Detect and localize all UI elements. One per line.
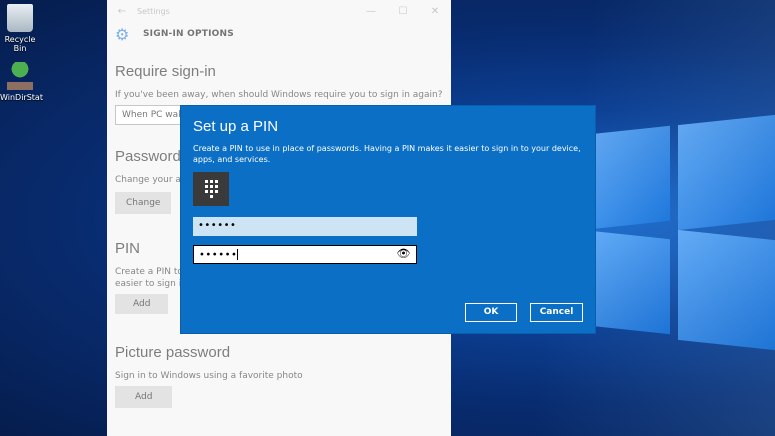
- windows-logo-wallpaper: [570, 114, 775, 360]
- new-pin-value: ••••••: [198, 220, 237, 231]
- windirstat-desktop-icon[interactable]: WinDirStat: [0, 62, 43, 102]
- recycle-bin-desktop-icon[interactable]: Recycle Bin: [0, 4, 40, 53]
- reveal-password-eye-icon[interactable]: 👁: [397, 247, 411, 260]
- confirm-pin-field[interactable]: •••••• 👁: [193, 245, 417, 264]
- keypad-icon: [193, 172, 229, 206]
- confirm-pin-value: ••••••: [199, 249, 238, 261]
- windirstat-label: WinDirStat: [0, 93, 43, 102]
- text-cursor: [237, 249, 239, 260]
- new-pin-field[interactable]: ••••••: [193, 217, 417, 236]
- windirstat-icon: [7, 62, 33, 90]
- cancel-button[interactable]: Cancel: [530, 303, 583, 322]
- recycle-bin-icon: [7, 4, 33, 32]
- recycle-bin-label: Recycle Bin: [4, 35, 36, 53]
- dialog-title: Set up a PIN: [193, 118, 279, 135]
- setup-pin-dialog: Set up a PIN Create a PIN to use in plac…: [180, 105, 596, 334]
- ok-button[interactable]: OK: [465, 303, 517, 322]
- dialog-description: Create a PIN to use in place of password…: [193, 144, 581, 164]
